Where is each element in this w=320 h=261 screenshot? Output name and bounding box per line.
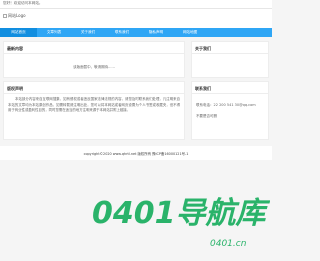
contact-phone: 联系电话：22 200 541 30@qq.com — [196, 103, 256, 107]
header: 网站Logo — [0, 9, 272, 28]
nav-item-articles[interactable]: 文章列表 — [37, 28, 71, 37]
about-side-panel: 关于我们 — [191, 41, 269, 78]
top-bar: 您好！欢迎访问本网站。 — [0, 0, 272, 9]
nav-item-privacy[interactable]: 隐私声明 — [139, 28, 173, 37]
nav-item-about[interactable]: 关于我们 — [71, 28, 105, 37]
site-watermark-logo: 0401导航库 0401.cn — [92, 196, 270, 249]
empty-message: 该版面暂中，敬请期待...... — [73, 65, 115, 69]
latest-content-title: 最新内容 — [7, 46, 23, 51]
broken-image-icon — [3, 13, 7, 18]
watermark-text: 0401导航库 — [92, 196, 270, 231]
nav-item-contact[interactable]: 联系我们 — [105, 28, 139, 37]
main-nav: 网站首页 文章列表 关于我们 联系我们 隐私声明 网站地图 — [0, 28, 272, 37]
disclaimer-title: 版权声明 — [7, 86, 23, 91]
contact-note: 不要是否可删 — [196, 114, 217, 118]
copyright-text: copyright©2020 www.qhrtl.net 版权所有 豫ICP备1… — [83, 152, 189, 156]
divider — [192, 93, 268, 94]
disclaimer-paragraph: 本站部分内容来自互联网搜集，如有侵权或者违反国家法律法规的内容，请您及时联系我们… — [8, 97, 180, 113]
contact-title: 联系我们 — [195, 86, 211, 91]
nav-item-home[interactable]: 网站首页 — [0, 28, 37, 37]
about-side-title: 关于我们 — [195, 46, 211, 51]
watermark-url: 0401.cn — [210, 239, 247, 249]
divider — [192, 53, 268, 54]
logo-alt-text: 网站Logo — [8, 13, 26, 18]
footer: copyright©2020 www.qhrtl.net 版权所有 豫ICP备1… — [0, 146, 272, 160]
contact-panel: 联系我们 联系电话：22 200 541 30@qq.com 不要是否可删 — [191, 81, 269, 140]
divider — [4, 93, 184, 94]
site-logo[interactable]: 网站Logo — [3, 13, 26, 19]
latest-content-panel: 最新内容 该版面暂中，敬请期待...... — [3, 41, 185, 78]
disclaimer-panel: 版权声明 本站部分内容来自互联网搜集，如有侵权或者违反国家法律法规的内容，请您及… — [3, 81, 185, 140]
welcome-text: 您好！欢迎访问本网站。 — [3, 1, 43, 5]
nav-item-sitemap[interactable]: 网站地图 — [173, 28, 207, 37]
divider — [4, 53, 184, 54]
